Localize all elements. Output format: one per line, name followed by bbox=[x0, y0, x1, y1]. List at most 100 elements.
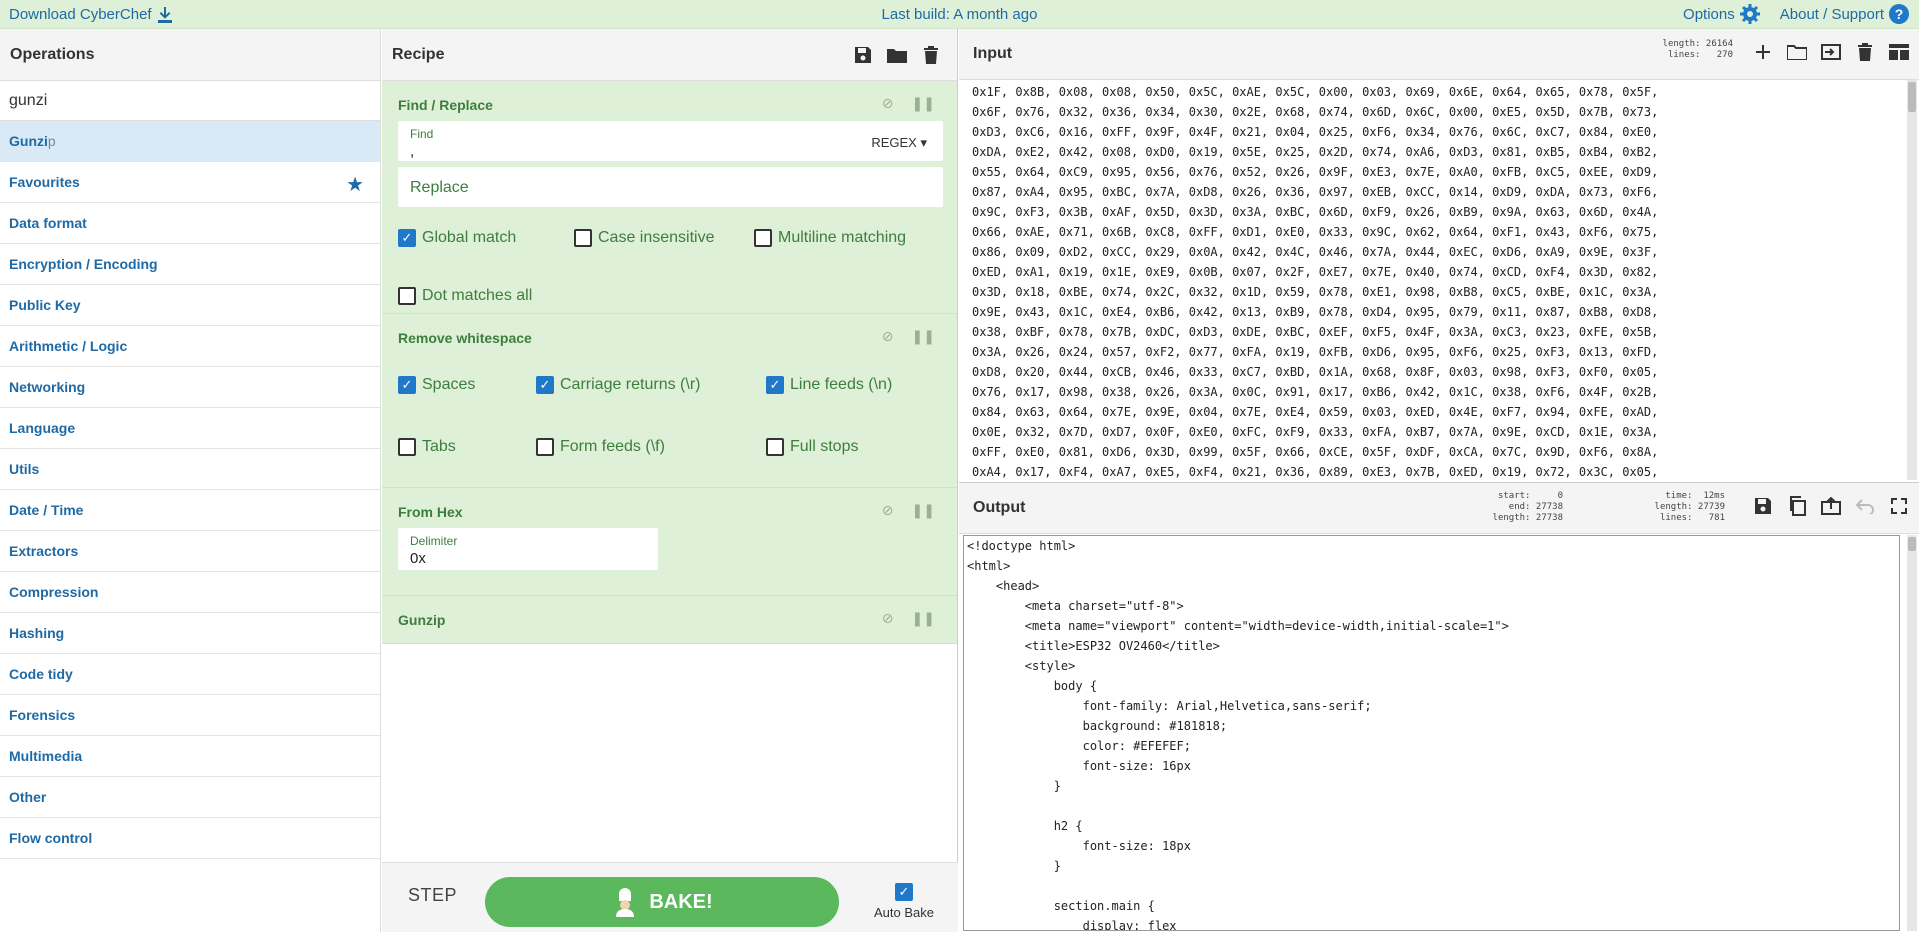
checkbox-form-feeds-f[interactable]: Form feeds (\f) bbox=[536, 438, 766, 456]
category-public-key[interactable]: Public Key bbox=[0, 285, 380, 326]
category-utils[interactable]: Utils bbox=[0, 449, 380, 490]
category-other[interactable]: Other bbox=[0, 777, 380, 818]
disable-icon[interactable]: ⊘ bbox=[882, 95, 894, 112]
svg-text:?: ? bbox=[1895, 6, 1904, 22]
replace-input-icon[interactable] bbox=[1821, 497, 1841, 515]
category-extractors[interactable]: Extractors bbox=[0, 531, 380, 572]
save-output-icon[interactable] bbox=[1753, 497, 1773, 515]
checkbox-case-insensitive[interactable]: Case insensitive bbox=[574, 229, 754, 247]
search-result-gunzip[interactable]: Gunzi p bbox=[0, 121, 380, 162]
text-line: 0x55, 0x64, 0xC9, 0x95, 0x56, 0x76, 0x52… bbox=[972, 165, 1659, 179]
category-data-format[interactable]: Data format bbox=[0, 203, 380, 244]
clear-input-icon[interactable] bbox=[1855, 43, 1875, 61]
category-date-time[interactable]: Date / Time bbox=[0, 490, 380, 531]
text-line: <!doctype html> bbox=[967, 539, 1076, 553]
layout-icon[interactable] bbox=[1889, 43, 1909, 61]
checkbox-dot-matches-all[interactable]: Dot matches all bbox=[398, 287, 598, 305]
bake-label: BAKE! bbox=[649, 890, 713, 913]
checkbox-box[interactable] bbox=[536, 438, 554, 456]
load-recipe-icon[interactable] bbox=[887, 46, 907, 64]
operations-search-input[interactable]: gunzi bbox=[0, 81, 380, 121]
disable-icon[interactable]: ⊘ bbox=[882, 502, 894, 519]
clear-recipe-icon[interactable] bbox=[921, 45, 941, 64]
add-tab-icon[interactable] bbox=[1753, 43, 1773, 61]
input-stats: length: 26164 lines: 270 bbox=[1662, 39, 1733, 60]
step-button[interactable]: STEP bbox=[408, 885, 457, 906]
find-label: Find bbox=[410, 127, 434, 141]
text-line bbox=[967, 876, 1899, 896]
checkbox-label: Spaces bbox=[422, 376, 476, 393]
checkbox-tabs[interactable]: Tabs bbox=[398, 438, 536, 456]
operations-panel: Operations gunzi Gunzi p Favourites ★ Data … bbox=[0, 29, 381, 932]
category-hashing[interactable]: Hashing bbox=[0, 613, 380, 654]
checkbox-carriage-returns-r[interactable]: ✓ Carriage returns (\r) bbox=[536, 376, 766, 394]
output-stats: time: 12ms length: 27739 lines: 781 bbox=[1654, 491, 1725, 523]
checkbox-box[interactable] bbox=[766, 438, 784, 456]
checkbox-global-match[interactable]: ✓ Global match bbox=[398, 229, 574, 247]
checkbox-spaces[interactable]: ✓ Spaces bbox=[398, 376, 536, 394]
open-file-icon[interactable] bbox=[1787, 43, 1807, 61]
open-folder-icon[interactable] bbox=[1821, 43, 1841, 61]
category-language[interactable]: Language bbox=[0, 408, 380, 449]
input-scrollbar[interactable] bbox=[1907, 80, 1917, 480]
checkbox-line-feeds-n[interactable]: ✓ Line feeds (\n) bbox=[766, 376, 926, 394]
checkbox-box[interactable]: ✓ bbox=[398, 376, 416, 394]
find-replace-title: Find / Replace bbox=[398, 97, 493, 113]
input-textarea[interactable]: 0x1F, 0x8B, 0x08, 0x08, 0x50, 0x5C, 0xAE… bbox=[972, 80, 1897, 480]
disable-icon[interactable]: ⊘ bbox=[882, 328, 894, 345]
find-mode-dropdown[interactable]: REGEX ▾ bbox=[871, 135, 927, 151]
checkbox-full-stops[interactable]: Full stops bbox=[766, 438, 926, 456]
checkbox-box[interactable] bbox=[754, 229, 772, 247]
about-link[interactable]: About / Support ? bbox=[1780, 4, 1909, 24]
category-encryption-encoding[interactable]: Encryption / Encoding bbox=[0, 244, 380, 285]
pause-icon[interactable]: ❚❚ bbox=[912, 502, 935, 519]
category-multimedia[interactable]: Multimedia bbox=[0, 736, 380, 777]
maximise-icon[interactable] bbox=[1889, 497, 1909, 515]
category-compression[interactable]: Compression bbox=[0, 572, 380, 613]
category-forensics[interactable]: Forensics bbox=[0, 695, 380, 736]
checkbox-box[interactable]: ✓ bbox=[536, 376, 554, 394]
category-label: Networking bbox=[9, 379, 86, 395]
bake-bar: STEP BAKE! ✓ Auto Bake bbox=[382, 862, 958, 932]
text-line: 0x0E, 0x32, 0x7D, 0xD7, 0x0F, 0xE0, 0xFC… bbox=[972, 425, 1659, 439]
text-line: 0xDA, 0xE2, 0x42, 0x08, 0xD0, 0x19, 0x5E… bbox=[972, 145, 1659, 159]
category-label: Public Key bbox=[9, 297, 81, 313]
bake-button[interactable]: BAKE! bbox=[485, 877, 839, 927]
text-line: <head> bbox=[967, 579, 1040, 593]
disable-icon[interactable]: ⊘ bbox=[882, 610, 894, 627]
category-label: Other bbox=[9, 789, 47, 805]
category-code-tidy[interactable]: Code tidy bbox=[0, 654, 380, 695]
category-label: Data format bbox=[9, 215, 87, 231]
category-flow-control[interactable]: Flow control bbox=[0, 818, 380, 859]
category-label: Date / Time bbox=[9, 502, 84, 518]
text-line: 0x66, 0xAE, 0x71, 0x6B, 0xC8, 0xFF, 0xD1… bbox=[972, 225, 1659, 239]
delimiter-field[interactable]: Delimiter 0x bbox=[398, 528, 658, 570]
checkbox-multiline-matching[interactable]: Multiline matching bbox=[754, 229, 934, 247]
checkbox-box[interactable] bbox=[398, 287, 416, 305]
output-scrollbar[interactable] bbox=[1907, 535, 1917, 931]
auto-bake-checkbox[interactable]: ✓ bbox=[895, 883, 913, 901]
category-networking[interactable]: Networking bbox=[0, 367, 380, 408]
copy-icon[interactable] bbox=[1787, 496, 1807, 516]
category-arithmetic-logic[interactable]: Arithmetic / Logic bbox=[0, 326, 380, 367]
checkbox-box[interactable] bbox=[574, 229, 592, 247]
checkbox-box[interactable]: ✓ bbox=[398, 229, 416, 247]
download-link[interactable]: Download CyberChef bbox=[9, 6, 172, 23]
undo-icon[interactable] bbox=[1855, 497, 1875, 515]
checkbox-box[interactable] bbox=[398, 438, 416, 456]
remove-whitespace-operation: Remove whitespace ⊘ ❚❚ ✓ Spaces ✓ Carriage … bbox=[382, 314, 957, 488]
pause-icon[interactable]: ❚❚ bbox=[912, 95, 935, 112]
output-textarea[interactable]: <!doctype html> <html> <head> <meta chars… bbox=[963, 535, 1900, 931]
text-line: font-size: 18px bbox=[967, 839, 1191, 853]
delimiter-value: 0x bbox=[410, 550, 426, 567]
options-link[interactable]: Options bbox=[1683, 4, 1760, 24]
replace-field[interactable]: Replace bbox=[398, 167, 943, 207]
find-field[interactable]: Find , REGEX ▾ bbox=[398, 121, 943, 161]
category-label: Hashing bbox=[9, 625, 65, 641]
category-favourites[interactable]: Favourites ★ bbox=[0, 162, 380, 203]
auto-bake-toggle[interactable]: ✓ Auto Bake bbox=[874, 883, 934, 920]
checkbox-box[interactable]: ✓ bbox=[766, 376, 784, 394]
save-recipe-icon[interactable] bbox=[853, 46, 873, 64]
pause-icon[interactable]: ❚❚ bbox=[912, 610, 935, 627]
pause-icon[interactable]: ❚❚ bbox=[912, 328, 935, 345]
